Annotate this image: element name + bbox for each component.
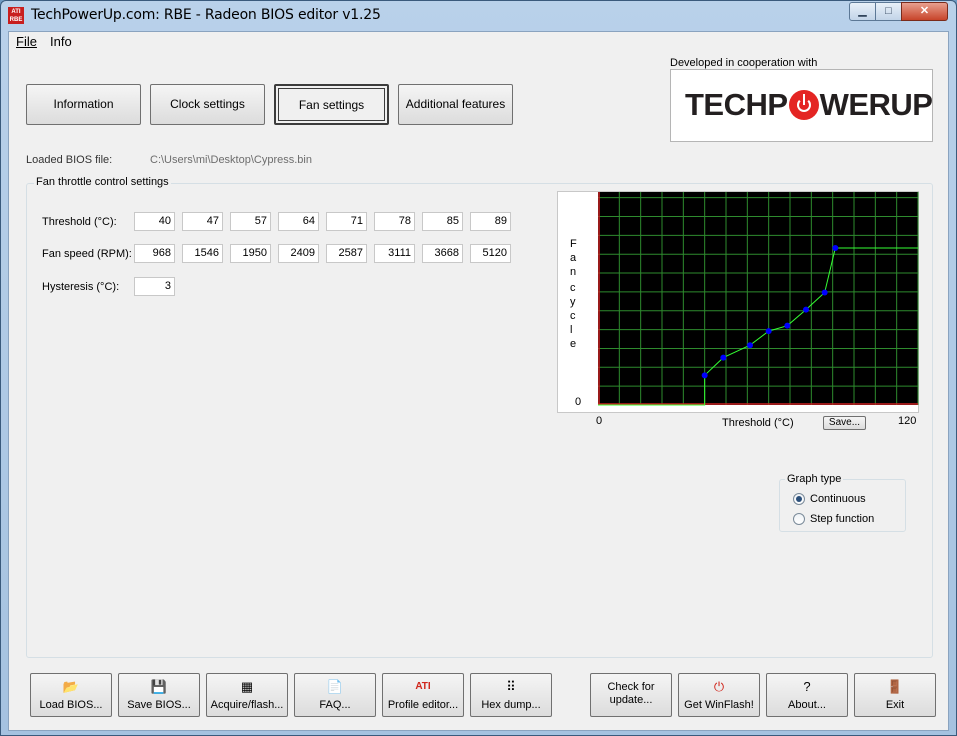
radio-step-function-label[interactable]: Step function (810, 513, 874, 525)
exit-button[interactable]: 🚪 Exit (854, 673, 936, 717)
tab-fan-settings-label: Fan settings (278, 88, 385, 121)
floppy-disk-icon: 💾 (150, 679, 168, 694)
fan-curve-svg (598, 192, 919, 406)
radio-continuous-label[interactable]: Continuous (810, 493, 866, 505)
acquire-flash-label: Acquire/flash... (210, 699, 284, 711)
check-update-label: Check for update... (607, 681, 655, 706)
radio-step-function[interactable] (793, 513, 805, 525)
get-winflash-button[interactable]: ⏻ Get WinFlash! (678, 673, 760, 717)
ati-app-icon: ATI RBE (8, 7, 24, 24)
graph-save-button[interactable]: Save... (823, 416, 866, 430)
get-winflash-label: Get WinFlash! (684, 699, 754, 711)
menu-file[interactable]: File (16, 34, 37, 49)
help-icon: ? (803, 679, 811, 694)
fan-speed-input-6[interactable]: 3111 (374, 244, 415, 263)
window-title: TechPowerUp.com: RBE - Radeon BIOS edito… (31, 7, 381, 23)
fan-speed-input-7[interactable]: 3668 (422, 244, 463, 263)
threshold-input-1[interactable]: 40 (134, 212, 175, 231)
load-bios-button[interactable]: 📂 Load BIOS... (30, 673, 112, 717)
hex-icon: ⠿ (506, 679, 516, 694)
fan-curve-point (720, 354, 727, 361)
radio-continuous[interactable] (793, 493, 805, 505)
minimize-button[interactable]: ▁ (849, 2, 876, 21)
fan-speed-input-5[interactable]: 2587 (326, 244, 367, 263)
tab-clock-settings[interactable]: Clock settings (150, 84, 265, 125)
fan-curve-point (747, 342, 753, 349)
plot-background (598, 192, 918, 405)
fan-curve-point (821, 289, 828, 296)
fan-curve-point (832, 245, 839, 251)
chip-icon: ▦ (240, 679, 254, 694)
fan-curve-point (803, 306, 809, 313)
threshold-input-4[interactable]: 64 (278, 212, 319, 231)
close-button[interactable]: ✕ (901, 2, 948, 21)
graph-type-title: Graph type (785, 473, 844, 485)
load-bios-label: Load BIOS... (39, 699, 103, 711)
fan-curve-point (765, 328, 772, 335)
fan-graph: Fancycle 0 0 Threshold (°C) Save... 120 (557, 191, 919, 430)
threshold-input-7[interactable]: 85 (422, 212, 463, 231)
app-window: ATI RBE TechPowerUp.com: RBE - Radeon BI… (0, 0, 957, 736)
threshold-input-6[interactable]: 78 (374, 212, 415, 231)
threshold-input-5[interactable]: 71 (326, 212, 367, 231)
loaded-bios-label: Loaded BIOS file: (26, 154, 113, 166)
exit-label: Exit (885, 699, 905, 711)
about-button[interactable]: ? About... (766, 673, 848, 717)
logo-text: TECHP WERUP (685, 87, 933, 123)
power-icon (788, 90, 819, 120)
fan-speed-label: Fan speed (RPM): (42, 248, 132, 260)
logo-text-part1: TECHP (685, 87, 788, 122)
threshold-input-3[interactable]: 57 (230, 212, 271, 231)
acquire-flash-button[interactable]: ▦ Acquire/flash... (206, 673, 288, 717)
power-icon: ⏻ (713, 679, 725, 694)
threshold-label: Threshold (°C): (42, 216, 117, 228)
cooperation-label: Developed in cooperation with (670, 57, 818, 69)
save-bios-label: Save BIOS... (127, 699, 191, 711)
ati-logo-icon: ATI (415, 681, 431, 692)
menu-info[interactable]: Info (50, 34, 72, 49)
fan-speed-input-1[interactable]: 968 (134, 244, 175, 263)
fan-speed-input-8[interactable]: 5120 (470, 244, 511, 263)
document-icon: 📄 (326, 679, 344, 694)
exit-door-icon: 🚪 (886, 679, 904, 694)
fan-speed-input-4[interactable]: 2409 (278, 244, 319, 263)
fan-curve-point (784, 322, 791, 329)
profile-editor-label: Profile editor... (387, 699, 459, 711)
check-update-button[interactable]: Check for update... (590, 673, 672, 717)
hysteresis-input[interactable]: 3 (134, 277, 175, 296)
save-bios-button[interactable]: 💾 Save BIOS... (118, 673, 200, 717)
tab-additional-features[interactable]: Additional features (398, 84, 513, 125)
techpowerup-logo[interactable]: TECHP WERUP (670, 69, 933, 142)
tab-information[interactable]: Information (26, 84, 141, 125)
title-bar[interactable]: ATI RBE TechPowerUp.com: RBE - Radeon BI… (1, 1, 956, 31)
threshold-input-8[interactable]: 89 (470, 212, 511, 231)
faq-button[interactable]: 📄 FAQ... (294, 673, 376, 717)
hysteresis-label: Hysteresis (°C): (42, 281, 120, 293)
loaded-bios-path: C:\Users\mi\Desktop\Cypress.bin (150, 154, 312, 166)
faq-label: FAQ... (319, 699, 351, 711)
x-max-label: 120 (898, 415, 917, 427)
x-min-label: 0 (596, 415, 603, 427)
fan-curve-point (701, 372, 708, 379)
folder-open-icon: 📂 (62, 679, 80, 694)
fan-speed-input-3[interactable]: 1950 (230, 244, 271, 263)
fan-throttle-group-title: Fan throttle control settings (34, 176, 171, 188)
about-label: About... (788, 699, 826, 711)
threshold-input-2[interactable]: 47 (182, 212, 223, 231)
menu-bar: File Info (9, 32, 948, 51)
profile-editor-button[interactable]: ATI Profile editor... (382, 673, 464, 717)
fan-speed-input-2[interactable]: 1546 (182, 244, 223, 263)
maximize-button[interactable]: □ (875, 2, 902, 21)
tab-fan-settings[interactable]: Fan settings (274, 84, 389, 125)
hex-dump-label: Hex dump... (481, 699, 541, 711)
logo-text-part2: WERUP (819, 87, 933, 122)
client-area: File Info Information Clock settings Fan… (8, 31, 949, 731)
x-axis-label: Threshold (°C) (722, 417, 794, 429)
hex-dump-button[interactable]: ⠿ Hex dump... (470, 673, 552, 717)
